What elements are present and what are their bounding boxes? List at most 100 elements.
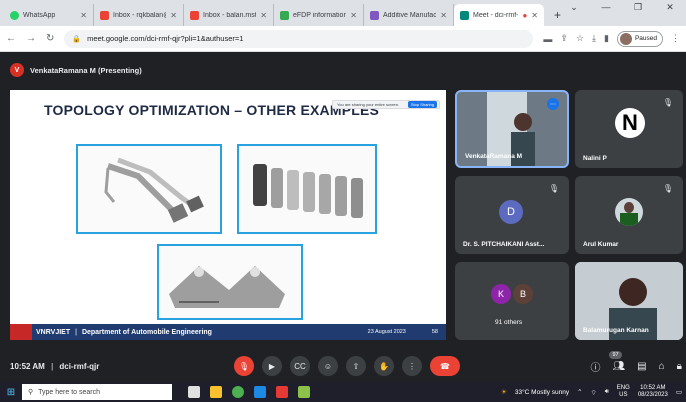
reload-icon[interactable]: ↻	[46, 33, 54, 44]
weather-icon: ☀	[501, 389, 507, 396]
maximize-icon[interactable]: ❐	[622, 2, 654, 13]
windows-start-icon[interactable]: ⊞	[0, 387, 22, 398]
close-icon[interactable]: ✕	[80, 11, 87, 20]
volume-icon[interactable]: 🔊︎	[605, 388, 609, 396]
bracket-series-image	[253, 164, 363, 218]
avatar: D	[499, 200, 523, 224]
camera-icon[interactable]: ▬	[543, 34, 552, 44]
present-button[interactable]: ⇧	[346, 356, 366, 376]
participant-tile-venkataramana[interactable]: ⋯ VenkataRamana M	[455, 90, 569, 168]
address-bar-row: ← → ↻ 🔒 meet.google.com/dci-rmf-qjr?pli=…	[0, 26, 686, 52]
meeting-code: dci-rmf-qjr	[59, 361, 100, 371]
weather-text[interactable]: 33°C Mostly sunny	[515, 389, 569, 396]
stop-sharing-button[interactable]: Stop Sharing	[407, 101, 437, 108]
chat-icon[interactable]: ▤	[637, 361, 646, 372]
system-tray: ☀ 33°C Mostly sunny ⌃ ⌔ 🔊︎ ENG US 10:52 …	[501, 385, 682, 399]
tab-inbox-2[interactable]: Inbox - balan.mst ✕	[184, 4, 274, 26]
url-text: meet.google.com/dci-rmf-qjr?pli=1&authus…	[87, 34, 244, 43]
info-icon[interactable]: ⓘ	[590, 359, 600, 374]
forms-icon	[370, 10, 379, 20]
forward-arrow-icon[interactable]: →	[26, 33, 36, 44]
presentation-slide: TOPOLOGY OPTIMIZATION – OTHER EXAMPLES Y…	[10, 90, 446, 340]
minimize-icon[interactable]: —	[590, 2, 622, 13]
speaking-indicator-icon: ⋯	[547, 98, 559, 110]
close-icon[interactable]: ✕	[260, 11, 267, 20]
footer-page: 58	[431, 329, 438, 335]
region-text: US	[619, 392, 628, 398]
windows-taskbar: ⊞ ⚲ Type here to search ☀ 33°C Mostly su…	[0, 382, 686, 402]
participant-tile-pitchaikani[interactable]: 🎙︎ D Dr. S. PITCHAIKANI Asst...	[455, 176, 569, 254]
others-count-label: 91 others	[495, 319, 523, 326]
network-icon[interactable]: ⌔	[591, 388, 597, 397]
tab-label: Meet - dci-rmf-	[473, 11, 519, 19]
taskbar-clock[interactable]: 10:52 AM 08/23/2023	[638, 385, 668, 399]
leave-call-button[interactable]: ☎	[430, 356, 460, 376]
app-icon[interactable]	[254, 386, 266, 398]
avatar	[615, 198, 643, 226]
gmail-icon	[190, 10, 199, 20]
participant-tile-nalini[interactable]: 🎙︎ N Nalini P	[575, 90, 683, 168]
tab-label: Inbox - rqkbalan@	[113, 11, 167, 19]
tab-meet[interactable]: Meet - dci-rmf- ● ✕	[454, 4, 544, 26]
menu-icon[interactable]: ⋮	[671, 33, 680, 44]
download-icon[interactable]: ⤓	[592, 33, 596, 44]
search-placeholder: Type here to search	[38, 388, 101, 396]
participant-tile-others[interactable]: K B 91 others	[455, 262, 569, 340]
back-arrow-icon[interactable]: ←	[6, 33, 16, 44]
notifications-icon[interactable]: ▭	[676, 388, 682, 396]
slide-footer: VNRVJIET | Department of Automobile Engi…	[10, 324, 446, 340]
activities-icon[interactable]: ⌂	[659, 361, 665, 372]
sidebar-icon[interactable]: ▮	[604, 33, 609, 44]
more-options-button[interactable]: ⋮	[402, 356, 422, 376]
meeting-info-separator: |	[51, 361, 54, 371]
tab-label: WhatsApp	[23, 11, 56, 19]
college-logo-icon	[10, 324, 32, 340]
tab-inbox-1[interactable]: Inbox - rqkbalan@ ✕	[94, 4, 184, 26]
avatar-initial: N	[622, 110, 638, 135]
share-icon[interactable]: ⇪	[560, 33, 568, 44]
tab-label: Inbox - balan.mst	[203, 11, 257, 19]
app-icon[interactable]	[276, 386, 288, 398]
footer-dept: Department of Automobile Engineering	[81, 328, 212, 336]
people-button[interactable]: 97 👥︎	[609, 350, 625, 372]
app-icon[interactable]	[298, 386, 310, 398]
tab-additive[interactable]: Additive Manufactu ✕	[364, 4, 454, 26]
participant-tile-balamurugan[interactable]: Balamurugan Karnan	[575, 262, 683, 340]
close-icon[interactable]: ✕	[531, 11, 538, 20]
url-input[interactable]: 🔒 meet.google.com/dci-rmf-qjr?pli=1&auth…	[64, 29, 534, 48]
raise-hand-button[interactable]: ✋	[374, 356, 394, 376]
task-view-icon[interactable]	[188, 386, 200, 398]
camera-toggle-button[interactable]: ▶	[262, 356, 282, 376]
avatar-initial: D	[507, 206, 515, 218]
language-indicator[interactable]: ENG US	[617, 385, 630, 399]
meet-area: V VenkataRamana M (Presenting) TOPOLOGY …	[0, 52, 686, 382]
footer-separator: |	[75, 328, 77, 336]
captions-button[interactable]: CC	[290, 356, 310, 376]
lang-text: ENG	[616, 385, 630, 391]
file-explorer-icon[interactable]	[210, 386, 222, 398]
avatar: K	[491, 284, 511, 304]
taskbar-search-input[interactable]: ⚲ Type here to search	[22, 384, 172, 400]
meeting-info: 10:52 AM | dci-rmf-qjr	[10, 362, 99, 371]
slide-title: TOPOLOGY OPTIMIZATION – OTHER EXAMPLES	[44, 102, 380, 118]
control-buttons: 🎙︎ ▶ CC ☺ ⇧ ✋ ⋮ ☎	[234, 356, 460, 376]
close-icon[interactable]: ✕	[170, 11, 177, 20]
mic-toggle-button[interactable]: 🎙︎	[234, 356, 254, 376]
tab-efdp[interactable]: eFDP informations ✕	[274, 4, 364, 26]
tab-whatsapp[interactable]: WhatsApp ✕	[4, 4, 94, 26]
close-icon[interactable]: ✕	[350, 11, 357, 20]
avatar: V	[10, 63, 24, 77]
chevron-down-icon[interactable]: ⌄	[558, 2, 590, 13]
star-icon[interactable]: ☆	[576, 33, 584, 44]
participant-name: Dr. S. PITCHAIKANI Asst...	[463, 241, 545, 248]
emoji-button[interactable]: ☺	[318, 356, 338, 376]
host-controls-icon[interactable]: 🔒︎	[677, 361, 682, 372]
whatsapp-icon	[10, 10, 19, 20]
close-icon[interactable]: ✕	[440, 11, 447, 20]
close-window-icon[interactable]: ✕	[654, 2, 686, 13]
participant-name: Arul Kumar	[583, 241, 619, 248]
chrome-icon[interactable]	[232, 386, 244, 398]
profile-button[interactable]: Paused	[616, 30, 663, 47]
tray-chevron-icon[interactable]: ⌃	[577, 388, 582, 396]
participant-tile-arul[interactable]: 🎙︎ Arul Kumar	[575, 176, 683, 254]
